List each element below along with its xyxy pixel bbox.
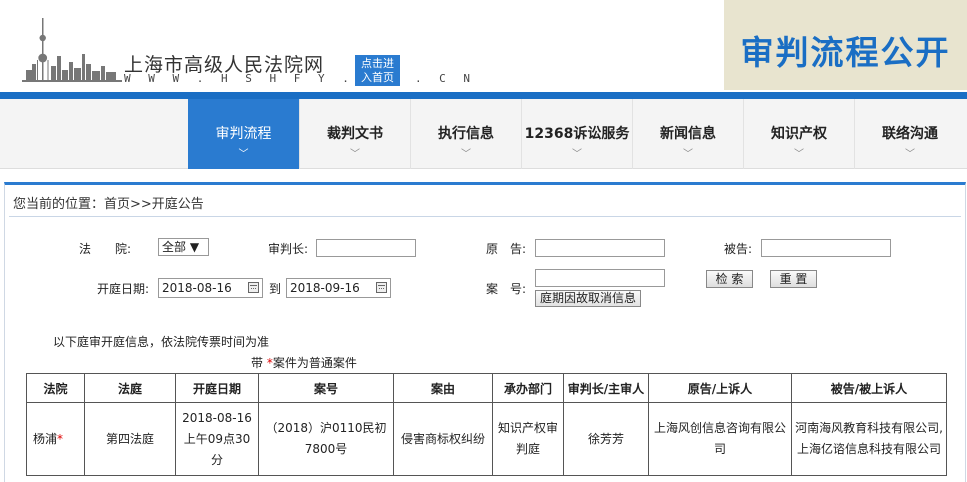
table-header-row: 法院 法庭 开庭日期 案号 案由 承办部门 审判长/主审人 原告/上诉人 被告/…	[26, 373, 947, 403]
cell-room: 第四法庭	[84, 402, 176, 476]
caret-down-icon: ▼	[189, 240, 200, 254]
go-home-button[interactable]: 点击进 入首页	[355, 55, 400, 86]
nav-item-news[interactable]: 新闻信息 ﹀	[632, 99, 743, 169]
date-from-value: 2018-08-16	[162, 281, 232, 295]
date-from-input[interactable]: 2018-08-16	[158, 278, 263, 298]
nav-item-enforcement-info[interactable]: 执行信息 ﹀	[410, 99, 521, 169]
nav-item-12368-service[interactable]: 12368诉讼服务 ﹀	[521, 99, 632, 169]
notice-suffix: 案件为普通案件	[272, 356, 357, 370]
nav-item-trial-process[interactable]: 审判流程 ﹀	[188, 99, 299, 169]
chevron-down-icon: ﹀	[905, 149, 915, 160]
chief-judge-label: 审判长:	[268, 242, 309, 256]
date-to-input[interactable]: 2018-09-16	[286, 278, 391, 298]
nav-item-intellectual-property[interactable]: 知识产权 ﹀	[743, 99, 854, 169]
date-label: 开庭日期:	[97, 282, 150, 296]
notice-prefix: 带	[251, 356, 267, 370]
site-header: 上海市高级人民法院网 W W W . H S H F Y . S H . C N…	[0, 0, 967, 92]
cell-date: 2018-08-16上午09点30分	[175, 402, 259, 476]
site-url: W W W . H S H F Y . S H . C N	[124, 72, 476, 85]
search-button[interactable]: 检 索	[706, 270, 753, 288]
cancelled-hearing-info-button[interactable]: 庭期因故取消信息	[535, 290, 642, 307]
col-case-no: 案号	[258, 373, 394, 403]
court-select-value: 全部	[162, 240, 187, 254]
main-nav: 审判流程 ﹀ 裁判文书 ﹀ 执行信息 ﹀ 12368诉讼服务 ﹀ 新闻信息 ﹀ …	[0, 99, 967, 169]
court-name: 杨浦	[33, 431, 58, 446]
cell-department: 知识产权审判庭	[492, 402, 564, 476]
col-department: 承办部门	[492, 373, 564, 403]
date-to-label: 到	[269, 282, 282, 296]
court-label: 法 院:	[79, 242, 132, 256]
section-title: 审判流程公开	[740, 33, 951, 72]
col-room: 法庭	[84, 373, 176, 403]
section-title-box: 审判流程公开	[724, 0, 967, 90]
plaintiff-input[interactable]	[535, 239, 665, 257]
calendar-icon[interactable]	[248, 282, 259, 293]
col-judge: 审判长/主审人	[563, 373, 649, 403]
header-divider	[0, 92, 967, 99]
hearing-notice: 以下庭审开庭信息，依法院传票时间为准	[53, 335, 270, 349]
nav-label: 裁判文书	[327, 126, 383, 142]
chevron-down-icon: ﹀	[461, 149, 471, 160]
chevron-down-icon: ﹀	[683, 149, 693, 160]
table-row: 杨浦* 第四法庭 2018-08-16上午09点30分 （2018）沪0110民…	[26, 402, 947, 476]
breadcrumb: 您当前的位置：首页>>开庭公告	[13, 197, 204, 212]
ordinary-case-notice: 带 *案件为普通案件	[251, 354, 357, 371]
chevron-down-icon: ﹀	[350, 149, 360, 160]
col-court: 法院	[26, 373, 85, 403]
col-date: 开庭日期	[175, 373, 259, 403]
calendar-icon[interactable]	[376, 282, 387, 293]
cell-defendant: 河南海风教育科技有限公司,上海亿谘信息科技有限公司	[791, 402, 947, 476]
nav-label: 知识产权	[771, 126, 827, 142]
star-marker: *	[57, 431, 64, 446]
nav-label: 联络沟通	[882, 126, 938, 142]
court-select[interactable]: 全部 ▼	[158, 238, 209, 256]
chevron-down-icon: ﹀	[238, 149, 249, 160]
breadcrumb-divider	[9, 216, 961, 217]
col-plaintiff: 原告/上诉人	[648, 373, 792, 403]
reset-button[interactable]: 重 置	[770, 270, 817, 288]
case-no-label: 案 号:	[486, 282, 527, 296]
nav-label: 新闻信息	[660, 126, 716, 142]
defendant-label: 被告:	[724, 242, 753, 256]
cell-case-no: （2018）沪0110民初7800号	[258, 402, 394, 476]
cell-cause: 侵害商标权纠纷	[393, 402, 493, 476]
case-no-input[interactable]	[535, 269, 665, 287]
nav-label: 审判流程	[215, 126, 272, 142]
home-button-line2: 入首页	[361, 71, 394, 84]
home-button-line1: 点击进	[361, 57, 394, 70]
chevron-down-icon: ﹀	[794, 149, 804, 160]
col-cause: 案由	[393, 373, 493, 403]
shanghai-skyline-logo	[22, 18, 122, 82]
date-to-value: 2018-09-16	[290, 281, 360, 295]
nav-item-contact[interactable]: 联络沟通 ﹀	[854, 99, 965, 169]
cell-judge: 徐芳芳	[563, 402, 649, 476]
col-defendant: 被告/被上诉人	[791, 373, 947, 403]
chief-judge-input[interactable]	[316, 239, 416, 257]
nav-label: 执行信息	[438, 126, 494, 142]
defendant-input[interactable]	[761, 239, 891, 257]
plaintiff-label: 原 告:	[486, 242, 527, 256]
nav-label: 12368诉讼服务	[524, 126, 630, 142]
cell-plaintiff: 上海风创信息咨询有限公司	[648, 402, 792, 476]
hearing-table: 法院 法庭 开庭日期 案号 案由 承办部门 审判长/主审人 原告/上诉人 被告/…	[26, 373, 947, 476]
chevron-down-icon: ﹀	[572, 149, 582, 160]
content-panel: 您当前的位置：首页>>开庭公告 法 院: 全部 ▼ 审判长: 原 告: 被告: …	[4, 182, 966, 482]
nav-item-judgment-documents[interactable]: 裁判文书 ﹀	[299, 99, 410, 169]
cell-court: 杨浦*	[26, 402, 85, 476]
